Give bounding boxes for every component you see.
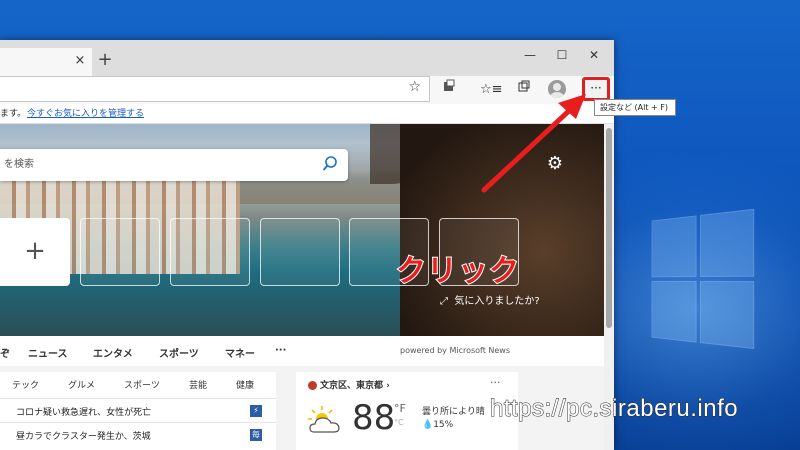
close-window-button[interactable]: ✕ (580, 44, 608, 66)
quick-link-tile[interactable] (80, 218, 160, 286)
weather-more-button[interactable]: ··· (490, 376, 501, 389)
unit-celsius[interactable]: °C (394, 418, 404, 427)
title-bar: × + — ☐ ✕ (0, 40, 614, 76)
tab-close-icon[interactable]: × (72, 52, 88, 70)
nav-item-entertainment[interactable]: エンタメ (93, 345, 133, 360)
category-gourmet[interactable]: グルメ (68, 378, 95, 391)
browser-tab[interactable]: × (0, 48, 92, 76)
search-icon[interactable] (322, 156, 338, 172)
location-pin-icon (308, 381, 317, 390)
news-card: テック グルメ スポーツ 芸能 健康 コロナ疑い救急遅れ、女性が死亡 ⚡ 昼カラ… (0, 372, 276, 450)
headline[interactable]: 昼カラでクラスター発生か、茨城 (16, 429, 151, 442)
category-tech[interactable]: テック (12, 378, 39, 391)
like-image-prompt[interactable]: ⤢ 気に入りましたか? (440, 292, 540, 307)
manage-favorites-link[interactable]: 今すぐお気に入りを管理する (27, 104, 144, 124)
headline[interactable]: コロナ疑い救急遅れ、女性が死亡 (16, 405, 151, 418)
nav-item-money[interactable]: マネー (225, 345, 255, 360)
settings-tooltip: 設定など (Alt + F) (594, 99, 676, 116)
quick-link-tile[interactable] (260, 218, 340, 286)
new-tab-hero: を検索 ⚙ + ⤢ 気に入りましたか? クリック (0, 124, 604, 336)
category-sports[interactable]: スポーツ (124, 378, 160, 391)
temperature: 88 (352, 398, 396, 438)
collections-icon[interactable] (513, 79, 535, 101)
weather-condition: 曇り所により晴 (422, 407, 485, 417)
click-annotation: クリック (395, 253, 520, 290)
web-search-input[interactable]: を検索 (0, 149, 348, 181)
extension-icon[interactable] (438, 79, 460, 101)
weather-location[interactable]: 文京区、東京都 › (320, 378, 390, 391)
weather-card[interactable]: 文京区、東京都 › ··· 88 °F °C 曇り所により晴 💧15% (296, 372, 518, 450)
favorites-list-icon[interactable]: ☆≡ (480, 79, 503, 101)
favbar-text: ます。 (0, 109, 27, 119)
quick-link-tile[interactable] (170, 218, 250, 286)
cloudy-sun-icon (308, 406, 340, 433)
powered-by-text: powered by Microsoft News (400, 346, 511, 355)
nav-more[interactable]: ··· (275, 345, 286, 356)
settings-and-more-button[interactable]: ··· (582, 77, 610, 101)
new-tab-icon[interactable]: + (94, 50, 116, 72)
gear-icon[interactable]: ⚙ (545, 154, 565, 174)
toolbar: ☆ ☆≡ ··· (0, 76, 614, 104)
favorites-notice-bar: ます。 今すぐお気に入りを管理する (0, 104, 614, 124)
nav-item-sports[interactable]: スポーツ (159, 345, 199, 360)
category-entertainment[interactable]: 芸能 (189, 378, 207, 391)
nav-item-news[interactable]: ニュース (28, 345, 68, 360)
nav-item[interactable]: ぞ (0, 345, 10, 360)
category-health[interactable]: 健康 (236, 378, 254, 391)
edge-browser-window: × + — ☐ ✕ ☆ ☆≡ ··· ます。 今すぐお気に入りを管理する を検索 (0, 40, 614, 450)
news-source-icon: 毎 (250, 429, 262, 441)
news-category-nav: ぞ ニュース エンタメ スポーツ マネー ··· powered by Micr… (0, 336, 604, 366)
scroll-thumb[interactable] (606, 128, 612, 328)
precipitation: 💧15% (422, 420, 454, 430)
site-watermark: https://pc.siraberu.info (489, 395, 739, 423)
search-placeholder: を検索 (4, 159, 34, 170)
unit-fahrenheit[interactable]: °F (394, 402, 406, 415)
add-site-tile[interactable]: + (0, 218, 70, 286)
profile-avatar[interactable] (548, 80, 566, 98)
maximize-button[interactable]: ☐ (548, 44, 576, 66)
favorite-star-icon[interactable]: ☆ (408, 79, 421, 95)
address-bar[interactable]: ☆ (0, 76, 430, 102)
news-source-icon: ⚡ (250, 405, 262, 417)
minimize-button[interactable]: — (516, 44, 544, 66)
windows-logo (651, 208, 759, 351)
like-image-text: 気に入りましたか? (454, 296, 540, 307)
